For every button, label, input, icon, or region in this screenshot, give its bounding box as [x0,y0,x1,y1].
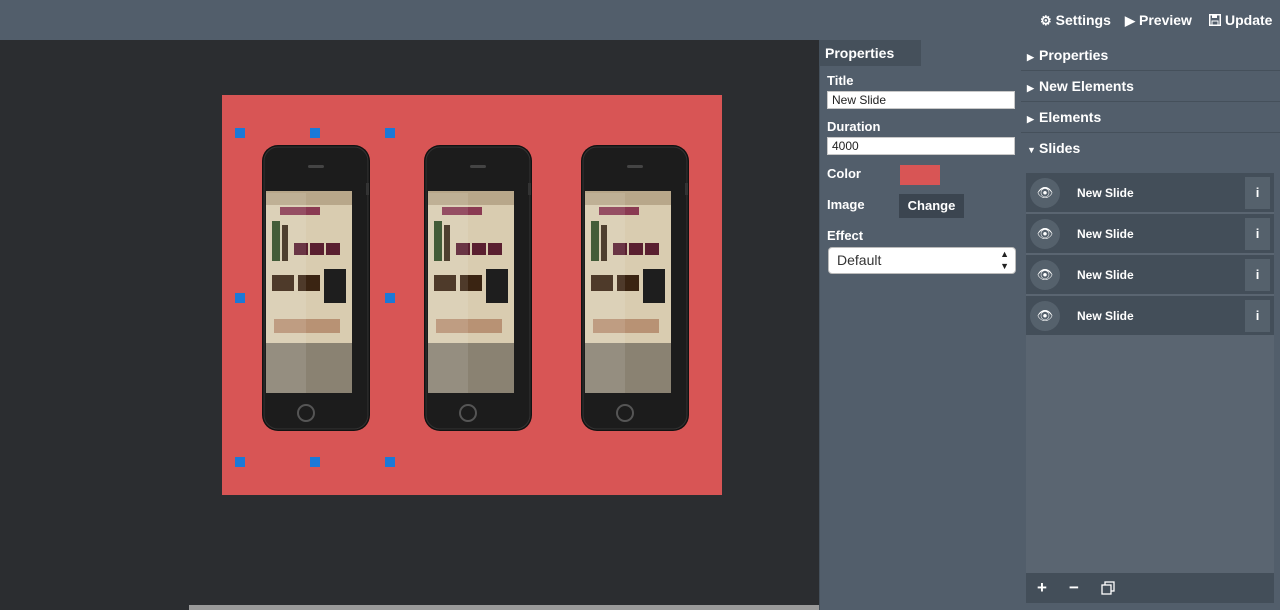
add-icon: + [1037,578,1047,597]
eye-icon[interactable]: 👁 [1030,219,1060,249]
remove-icon: − [1069,578,1079,597]
effect-label: Effect [827,228,864,243]
save-icon [1209,1,1221,41]
remove-slide-button[interactable]: − [1058,573,1090,603]
preview-label: Preview [1139,12,1192,28]
info-icon[interactable]: i [1245,259,1270,291]
title-input[interactable]: New Slide [827,91,1015,109]
change-image-button[interactable]: Change [899,194,964,218]
resize-handle-left[interactable] [235,293,245,303]
right-sidebar: ▶ Properties ▶ New Elements ▶ Elements ▼ Sli… [1021,40,1280,610]
title-label: Title [827,73,854,88]
eye-icon[interactable]: 👁 [1030,301,1060,331]
caret-down-icon: ▼ [1027,145,1036,155]
slide-list-item[interactable]: 👁 New Slide i [1026,173,1274,213]
resize-handle-top-right[interactable] [385,128,395,138]
section-slides[interactable]: ▼ Slides [1021,133,1280,164]
resize-handle-bottom-left[interactable] [235,457,245,467]
preview-button[interactable]: ▶ Preview [1125,0,1192,40]
slide-list-item[interactable]: 👁 New Slide i [1026,214,1274,254]
info-icon[interactable]: i [1245,218,1270,250]
duration-input[interactable]: 4000 [827,137,1015,155]
update-label: Update [1225,12,1273,28]
resize-handle-top[interactable] [310,128,320,138]
update-button[interactable]: Update [1209,0,1272,40]
slides-footer: + − [1026,573,1274,603]
horizontal-scrollbar[interactable] [189,605,883,610]
caret-right-icon: ▶ [1027,114,1034,124]
properties-panel: Properties Title New Slide Duration 4000… [819,40,1021,610]
resize-handle-bottom-right[interactable] [385,457,395,467]
duplicate-icon [1101,578,1115,597]
image-label: Image [827,197,865,212]
section-elements-label: Elements [1039,109,1102,125]
section-properties[interactable]: ▶ Properties [1021,40,1280,71]
phone-image[interactable] [422,143,534,433]
caret-right-icon: ▶ [1027,52,1034,62]
slide-list-item[interactable]: 👁 New Slide i [1026,296,1274,336]
slides-list: 👁 New Slide i 👁 New Slide i 👁 New Slide … [1026,173,1274,573]
properties-tab[interactable]: Properties [820,40,921,66]
caret-right-icon: ▶ [1027,83,1034,93]
slide-list-item[interactable]: 👁 New Slide i [1026,255,1274,295]
select-arrows-icon: ▲ ▼ [1000,249,1009,271]
section-slides-label: Slides [1039,140,1081,156]
info-icon[interactable]: i [1245,300,1270,332]
settings-label: Settings [1055,12,1111,28]
info-icon[interactable]: i [1245,177,1270,209]
section-properties-label: Properties [1039,47,1109,63]
phone-image[interactable] [579,143,691,433]
settings-button[interactable]: ⚙ Settings [1040,0,1111,40]
resize-handle-right[interactable] [385,293,395,303]
top-toolbar: ⚙ Settings ▶ Preview Update [0,0,1280,40]
slide-name: New Slide [1077,309,1134,323]
duplicate-slide-button[interactable] [1092,573,1124,603]
resize-handle-bottom[interactable] [310,457,320,467]
eye-icon[interactable]: 👁 [1030,260,1060,290]
slide-canvas [0,40,883,610]
slide-name: New Slide [1077,186,1134,200]
slide-name: New Slide [1077,227,1134,241]
duration-label: Duration [827,119,881,134]
section-new-elements-label: New Elements [1039,78,1134,94]
section-new-elements[interactable]: ▶ New Elements [1021,71,1280,102]
add-slide-button[interactable]: + [1026,573,1058,603]
color-label: Color [827,166,861,181]
resize-handle-top-left[interactable] [235,128,245,138]
phone-image[interactable] [260,143,372,433]
section-elements[interactable]: ▶ Elements [1021,102,1280,133]
play-icon: ▶ [1125,13,1135,28]
gear-icon: ⚙ [1040,13,1052,28]
effect-select-value: Default [837,252,882,268]
effect-select[interactable]: Default ▲ ▼ [828,247,1016,274]
eye-icon[interactable]: 👁 [1030,178,1060,208]
color-swatch[interactable] [900,165,940,185]
slide-stage[interactable] [222,95,722,495]
slide-name: New Slide [1077,268,1134,282]
